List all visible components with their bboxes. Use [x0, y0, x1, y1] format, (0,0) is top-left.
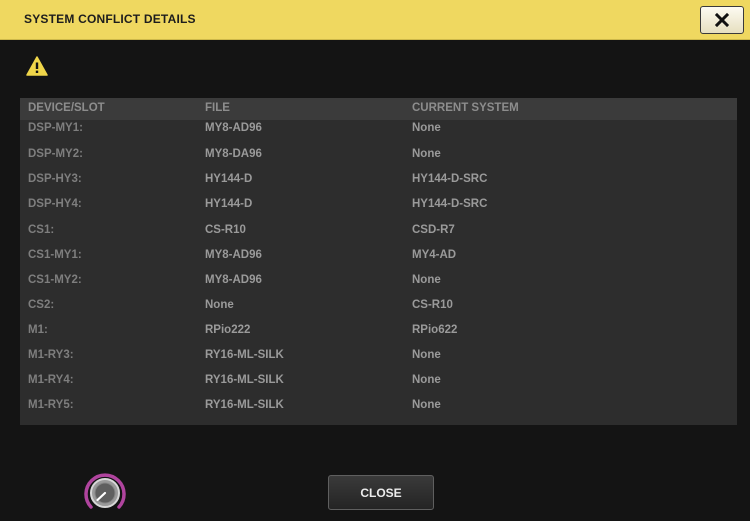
cell-current-system: HY144-D-SRC	[412, 173, 488, 185]
cell-device: CS1-MY1:	[28, 249, 82, 261]
table-row: M1-RY5: RY16-ML-SILK None	[20, 399, 737, 424]
close-x-button[interactable]	[700, 6, 744, 34]
cell-file: MY8-AD96	[205, 274, 262, 286]
cell-file: RPio222	[205, 324, 251, 336]
cell-file: HY144-D	[205, 173, 253, 185]
cell-device: CS1-MY2:	[28, 274, 82, 286]
rotary-knob-icon[interactable]	[82, 470, 128, 516]
cell-file: RY16-ML-SILK	[205, 399, 284, 411]
cell-device: DSP-MY2:	[28, 148, 83, 160]
cell-current-system: None	[412, 122, 441, 134]
cell-device: CS2:	[28, 299, 55, 311]
cell-device: M1-RY4:	[28, 374, 74, 386]
cell-file: MY8-AD96	[205, 249, 262, 261]
table-row: M1-RY3: RY16-ML-SILK None	[20, 349, 737, 374]
cell-file: MY8-DA96	[205, 148, 262, 160]
cell-file: RY16-ML-SILK	[205, 374, 284, 386]
table-row: M1-RY4: RY16-ML-SILK None	[20, 374, 737, 399]
cell-current-system: RPio622	[412, 324, 458, 336]
cell-current-system: None	[412, 349, 441, 361]
table-header: DEVICE/SLOT FILE CURRENT SYSTEM	[20, 98, 737, 120]
cell-file: MY8-AD96	[205, 122, 262, 134]
header-current-system: CURRENT SYSTEM	[412, 102, 519, 114]
table-row: CS1-MY2: MY8-AD96 None	[20, 274, 737, 299]
cell-file: CS-R10	[205, 224, 246, 236]
table-row: CS1: CS-R10 CSD-R7	[20, 224, 737, 249]
close-x-icon	[715, 13, 729, 27]
cell-device: M1-RY5:	[28, 399, 74, 411]
cell-device: DSP-MY1:	[28, 122, 83, 134]
conflict-table: DEVICE/SLOT FILE CURRENT SYSTEM DSP-MY1:…	[20, 98, 737, 425]
cell-file: HY144-D	[205, 198, 253, 210]
table-row: M1: RPio222 RPio622	[20, 324, 737, 349]
cell-device: DSP-HY4:	[28, 198, 82, 210]
table-row: DSP-MY1: MY8-AD96 None	[20, 122, 737, 147]
table-row: DSP-HY3: HY144-D HY144-D-SRC	[20, 173, 737, 198]
table-row: DSP-HY4: HY144-D HY144-D-SRC	[20, 198, 737, 223]
cell-current-system: None	[412, 274, 441, 286]
table-row: CS2: None CS-R10	[20, 299, 737, 324]
cell-device: M1-RY3:	[28, 349, 74, 361]
system-conflict-dialog: SYSTEM CONFLICT DETAILS DEVICE/SLOT FILE…	[0, 0, 750, 521]
warning-triangle-icon	[26, 56, 48, 76]
dialog-title: SYSTEM CONFLICT DETAILS	[24, 12, 196, 26]
cell-file: RY16-ML-SILK	[205, 349, 284, 361]
dialog-titlebar: SYSTEM CONFLICT DETAILS	[0, 0, 750, 40]
cell-device: CS1:	[28, 224, 55, 236]
header-device-slot: DEVICE/SLOT	[28, 102, 105, 114]
cell-current-system: MY4-AD	[412, 249, 457, 261]
cell-device: M1:	[28, 324, 48, 336]
cell-file: None	[205, 299, 234, 311]
table-row: CS1-MY1: MY8-AD96 MY4-AD	[20, 249, 737, 274]
cell-current-system: None	[412, 399, 441, 411]
header-file: FILE	[205, 102, 230, 114]
cell-current-system: None	[412, 374, 441, 386]
cell-device: DSP-HY3:	[28, 173, 82, 185]
table-row: DSP-MY2: MY8-DA96 None	[20, 148, 737, 173]
cell-current-system: None	[412, 148, 441, 160]
cell-current-system: HY144-D-SRC	[412, 198, 488, 210]
cell-current-system: CS-R10	[412, 299, 453, 311]
cell-current-system: CSD-R7	[412, 224, 455, 236]
close-button[interactable]: CLOSE	[328, 475, 434, 510]
